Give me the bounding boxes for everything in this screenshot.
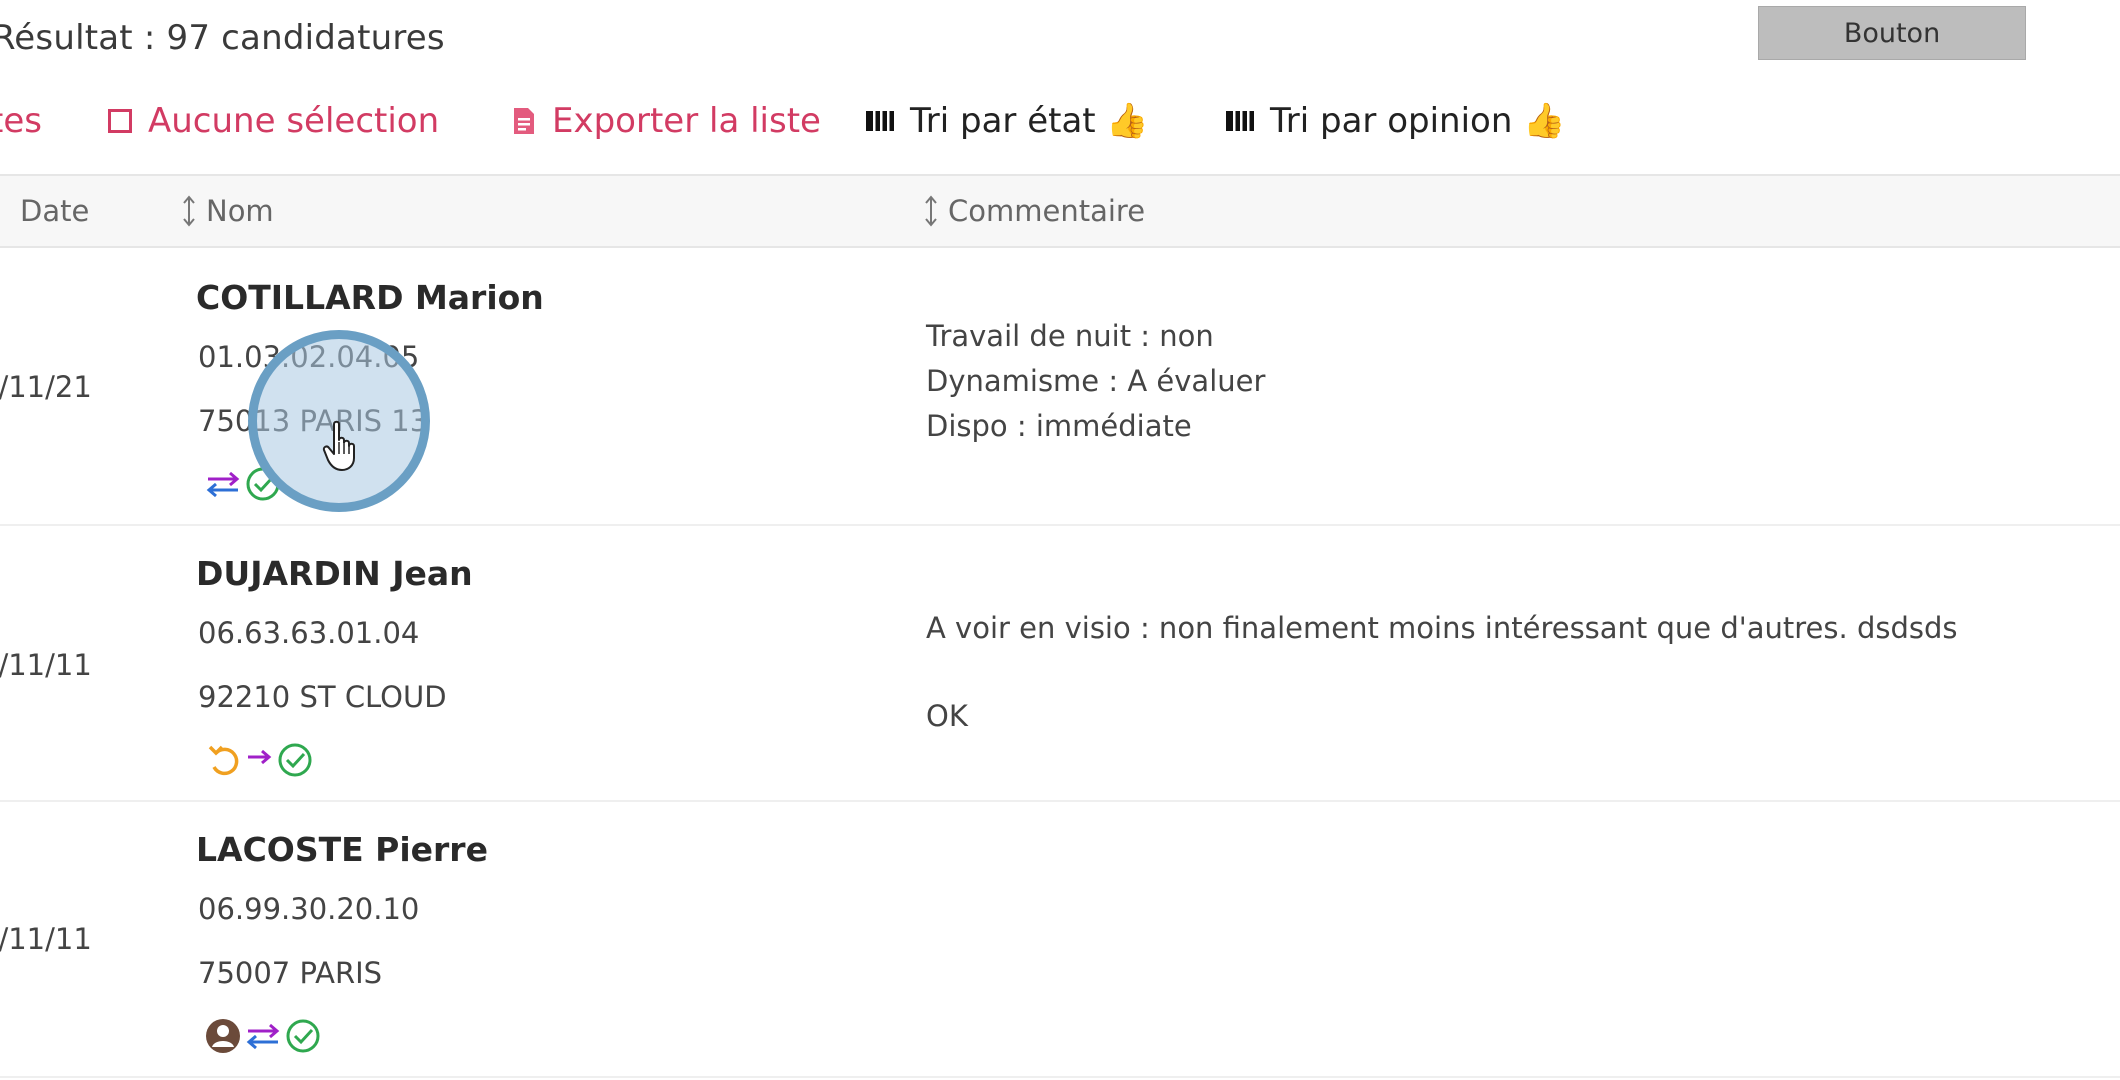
select-all-label: tes <box>0 101 42 141</box>
table-row[interactable]: 8/11/11 LACOSTE Pierre 06.99.30.20.10 75… <box>0 802 2120 1078</box>
file-export-icon <box>514 108 534 134</box>
generic-button[interactable]: Bouton <box>1758 6 2026 60</box>
row-date: 0/11/21 <box>0 370 92 404</box>
sort-by-state-action[interactable]: Tri par état 👍 <box>866 96 1149 146</box>
column-header-comment[interactable]: Commentaire <box>924 176 1145 246</box>
row-comment: Travail de nuit : non Dynamisme : A éval… <box>926 314 1265 449</box>
swap-arrows-icon[interactable] <box>244 1021 282 1051</box>
result-count: Résultat : 97 candidatures <box>0 18 445 58</box>
bars-icon <box>866 111 894 131</box>
comment-blank-line <box>926 650 1958 694</box>
candidate-name[interactable]: DUJARDIN Jean <box>196 554 473 593</box>
column-comment-label: Commentaire <box>948 194 1146 228</box>
toolbar: tes Aucune sélection Exporter la liste T… <box>0 96 2120 146</box>
export-list-label: Exporter la liste <box>552 101 821 141</box>
comment-line: A voir en visio : non finalement moins i… <box>926 611 1958 645</box>
sort-by-state-label: Tri par état 👍 <box>910 101 1149 141</box>
candidate-name[interactable]: COTILLARD Marion <box>196 278 544 317</box>
row-date: 9/11/11 <box>0 648 92 682</box>
row-date: 8/11/11 <box>0 922 92 956</box>
sort-icon <box>183 195 195 227</box>
select-all-action-partial[interactable]: tes <box>0 96 42 146</box>
sort-by-opinion-action[interactable]: Tri par opinion 👍 <box>1226 96 1566 146</box>
column-header-date[interactable]: Date <box>20 176 89 246</box>
candidate-phone: 06.99.30.20.10 <box>198 892 420 926</box>
sort-icon <box>925 195 937 227</box>
candidate-name[interactable]: LACOSTE Pierre <box>196 830 488 869</box>
column-header-name[interactable]: Nom <box>182 176 274 246</box>
check-circle-icon[interactable] <box>276 741 314 779</box>
table-header: Date Nom Commentaire <box>0 174 2120 248</box>
row-comment: A voir en visio : non finalement moins i… <box>926 606 1958 738</box>
no-selection-label: Aucune sélection <box>148 101 440 141</box>
comment-line: Dispo : immédiate <box>926 409 1192 443</box>
table-row[interactable]: 9/11/11 DUJARDIN Jean 06.63.63.01.04 922… <box>0 526 2120 802</box>
bars-icon <box>1226 111 1254 131</box>
swap-arrows-icon[interactable] <box>204 469 242 499</box>
comment-line: OK <box>926 699 968 733</box>
sort-by-opinion-label: Tri par opinion 👍 <box>1270 101 1566 141</box>
comment-line: Dynamisme : A évaluer <box>926 364 1266 398</box>
candidate-phone: 06.63.63.01.04 <box>198 616 420 650</box>
hand-pointer-icon <box>322 420 355 471</box>
export-list-action[interactable]: Exporter la liste <box>512 96 821 146</box>
candidate-city: 75007 PARIS <box>198 956 383 990</box>
column-name-label: Nom <box>206 194 274 228</box>
user-circle-icon[interactable] <box>204 1017 242 1055</box>
status-icons <box>204 740 314 780</box>
no-selection-action[interactable]: Aucune sélection <box>108 96 439 146</box>
status-icons <box>204 1016 322 1056</box>
undo-arrow-icon[interactable] <box>204 741 242 779</box>
checkbox-empty-icon <box>108 109 132 133</box>
check-circle-icon[interactable] <box>284 1017 322 1055</box>
candidates-page: Résultat : 97 candidatures Bouton tes Au… <box>0 0 2120 1080</box>
candidate-city: 92210 ST CLOUD <box>198 680 447 714</box>
comment-line: Travail de nuit : non <box>926 319 1214 353</box>
column-date-label: Date <box>20 194 90 228</box>
right-arrow-icon[interactable] <box>244 745 274 775</box>
